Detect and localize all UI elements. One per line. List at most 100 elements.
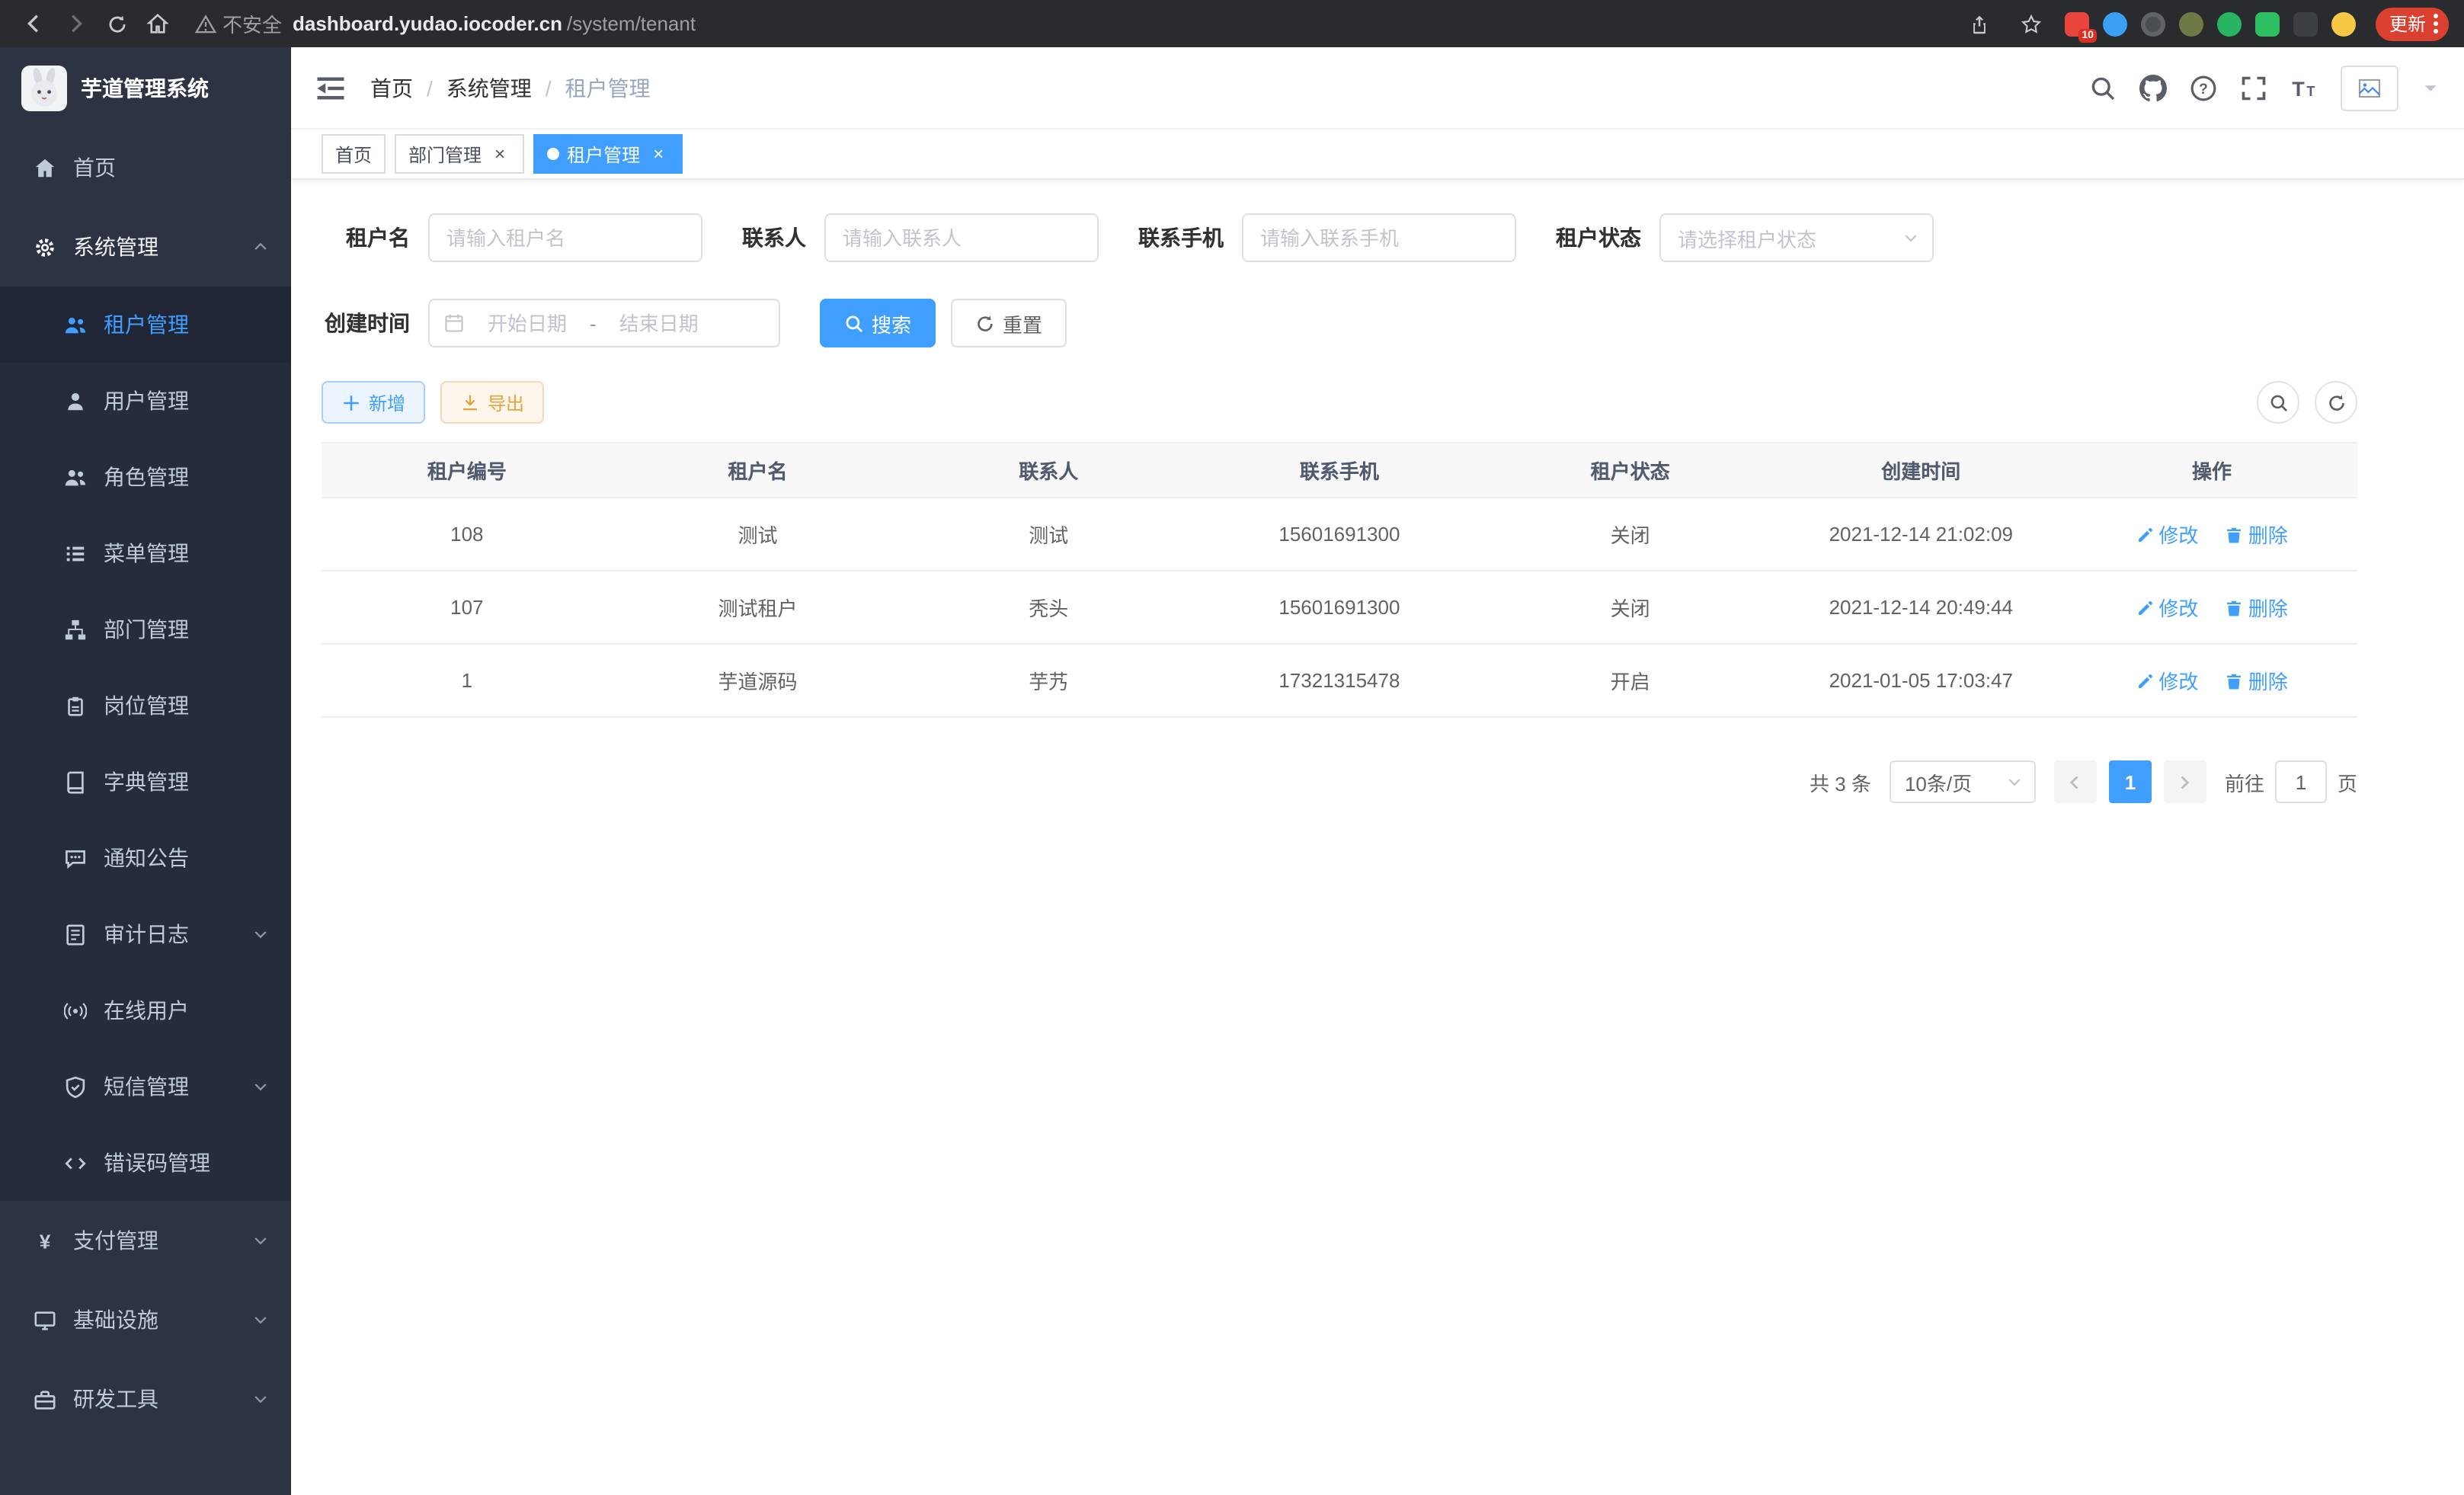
sidebar-item-user-management[interactable]: 用户管理 [0,363,291,439]
page-size-select[interactable]: 10条/页 [1890,760,2036,803]
extension-icon-8[interactable] [2331,11,2356,36]
warning-icon [195,13,216,34]
reset-button[interactable]: 重置 [951,299,1067,347]
browser-actions: 10 更新 [1961,5,2449,43]
edit-link[interactable]: 修改 [2136,593,2198,622]
delete-link-label: 删除 [2248,666,2288,695]
sidebar-item-online-users[interactable]: 在线用户 [0,972,291,1048]
tab-home[interactable]: 首页 [322,134,386,174]
table-row[interactable]: 107 测试租户 秃头 15601691300 关闭 2021-12-14 20… [322,571,2357,644]
delete-link[interactable]: 删除 [2226,520,2288,549]
sidebar-item-notice[interactable]: 通知公告 [0,820,291,896]
sidebar-item-payment-management[interactable]: ¥ 支付管理 [0,1201,291,1280]
table-row[interactable]: 108 测试 测试 15601691300 关闭 2021-12-14 21:0… [322,498,2357,571]
prev-page-button[interactable] [2054,760,2097,803]
extension-icon-7[interactable] [2293,11,2318,36]
contact-input[interactable] [824,213,1099,262]
gear-icon [34,235,56,258]
address-bar[interactable]: 不安全 dashboard.yudao.iocoder.cn/system/te… [195,9,1943,38]
browser-chrome: 不安全 dashboard.yudao.iocoder.cn/system/te… [0,0,2464,47]
security-warning[interactable]: 不安全 [195,9,282,38]
cell-phone: 17321315478 [1194,644,1485,717]
sidebar-item-home[interactable]: 首页 [0,128,291,207]
edit-link[interactable]: 修改 [2136,666,2198,695]
font-size-icon[interactable]: TT [2290,74,2318,101]
sidebar-item-menu-management[interactable]: 菜单管理 [0,515,291,591]
sidebar-item-dev-tools[interactable]: 研发工具 [0,1359,291,1439]
download-icon [460,392,480,412]
goto-page-input[interactable] [2275,760,2327,803]
pagination-total: 共 3 条 [1810,767,1871,796]
extension-icon-2[interactable] [2103,11,2127,36]
chrome-update-button[interactable]: 更新 [2376,7,2449,40]
code-icon [64,1151,87,1174]
browser-reload-icon[interactable] [98,5,136,43]
avatar[interactable] [2341,65,2398,110]
sidebar-item-dept-management[interactable]: 部门管理 [0,591,291,667]
share-icon[interactable] [1961,5,1999,43]
github-icon[interactable] [2139,74,2167,101]
cell-tenant-name: 测试租户 [613,571,904,644]
message-icon [64,847,87,869]
page-number-current[interactable]: 1 [2109,760,2152,803]
delete-link[interactable]: 删除 [2226,666,2288,695]
search-button[interactable]: 搜索 [820,299,936,347]
extension-icon-1[interactable]: 10 [2065,11,2089,36]
chevron-left-icon [2067,773,2084,790]
browser-forward-icon[interactable] [56,5,94,43]
reset-button-label: 重置 [1003,309,1042,338]
extension-icon-6[interactable] [2255,11,2280,36]
extension-icon-4[interactable] [2179,11,2203,36]
extension-icon-5[interactable] [2217,11,2242,36]
column-header-phone: 联系手机 [1194,443,1485,498]
sidebar-collapse-icon[interactable] [315,72,346,103]
more-vertical-icon[interactable] [2434,14,2438,34]
tab-dept-management[interactable]: 部门管理 × [395,134,524,174]
goto-label: 前往 [2225,767,2264,796]
bookmark-star-icon[interactable] [2013,5,2051,43]
sidebar-item-error-code-management[interactable]: 错误码管理 [0,1125,291,1201]
edit-link[interactable]: 修改 [2136,520,2198,549]
sidebar-item-sms-management[interactable]: 短信管理 [0,1048,291,1125]
next-page-button[interactable] [2164,760,2206,803]
sidebar-item-label: 基础设施 [73,1305,158,1335]
date-range-picker[interactable]: - [428,299,780,347]
fullscreen-icon[interactable] [2240,74,2267,101]
breadcrumb-home[interactable]: 首页 [370,72,413,103]
browser-home-icon[interactable] [139,5,177,43]
extension-icon-3[interactable] [2141,11,2165,36]
tab-close-icon[interactable]: × [489,143,510,165]
calendar-icon [443,312,465,334]
sidebar-item-system-management[interactable]: 系统管理 [0,207,291,287]
phone-input[interactable] [1242,213,1516,262]
sidebar-item-infrastructure[interactable]: 基础设施 [0,1280,291,1359]
breadcrumb-system-management[interactable]: 系统管理 [446,72,532,103]
caret-down-icon[interactable] [2421,78,2440,97]
search-icon[interactable] [2089,74,2117,101]
tab-tenant-management[interactable]: 租户管理 × [533,134,683,174]
app-logo-row[interactable]: 芋道管理系统 [0,47,291,128]
add-button[interactable]: 新增 [322,381,425,424]
export-button[interactable]: 导出 [440,381,544,424]
status-select[interactable]: 请选择租户状态 [1659,213,1934,262]
sidebar-item-audit-log[interactable]: 审计日志 [0,896,291,972]
table-row[interactable]: 1 芋道源码 芋艿 17321315478 开启 2021-01-05 17:0… [322,644,2357,717]
end-date-input[interactable] [603,312,715,335]
sidebar-item-post-management[interactable]: 岗位管理 [0,667,291,744]
tab-close-icon[interactable]: × [648,143,669,165]
chevron-up-icon [251,238,270,256]
tenant-name-input[interactable] [428,213,702,262]
cell-status: 开启 [1485,644,1776,717]
refresh-table-button[interactable] [2315,381,2357,424]
sidebar-item-tenant-management[interactable]: 租户管理 [0,287,291,363]
breadcrumb-current: 租户管理 [565,72,651,103]
start-date-input[interactable] [471,312,584,335]
status-label: 租户状态 [1556,222,1659,253]
extension-badge: 10 [2078,28,2097,42]
browser-back-icon[interactable] [15,5,53,43]
show-search-toggle-button[interactable] [2257,381,2299,424]
help-icon[interactable]: ? [2190,74,2217,101]
sidebar-item-role-management[interactable]: 角色管理 [0,439,291,515]
sidebar-item-dict-management[interactable]: 字典管理 [0,744,291,820]
delete-link[interactable]: 删除 [2226,593,2288,622]
